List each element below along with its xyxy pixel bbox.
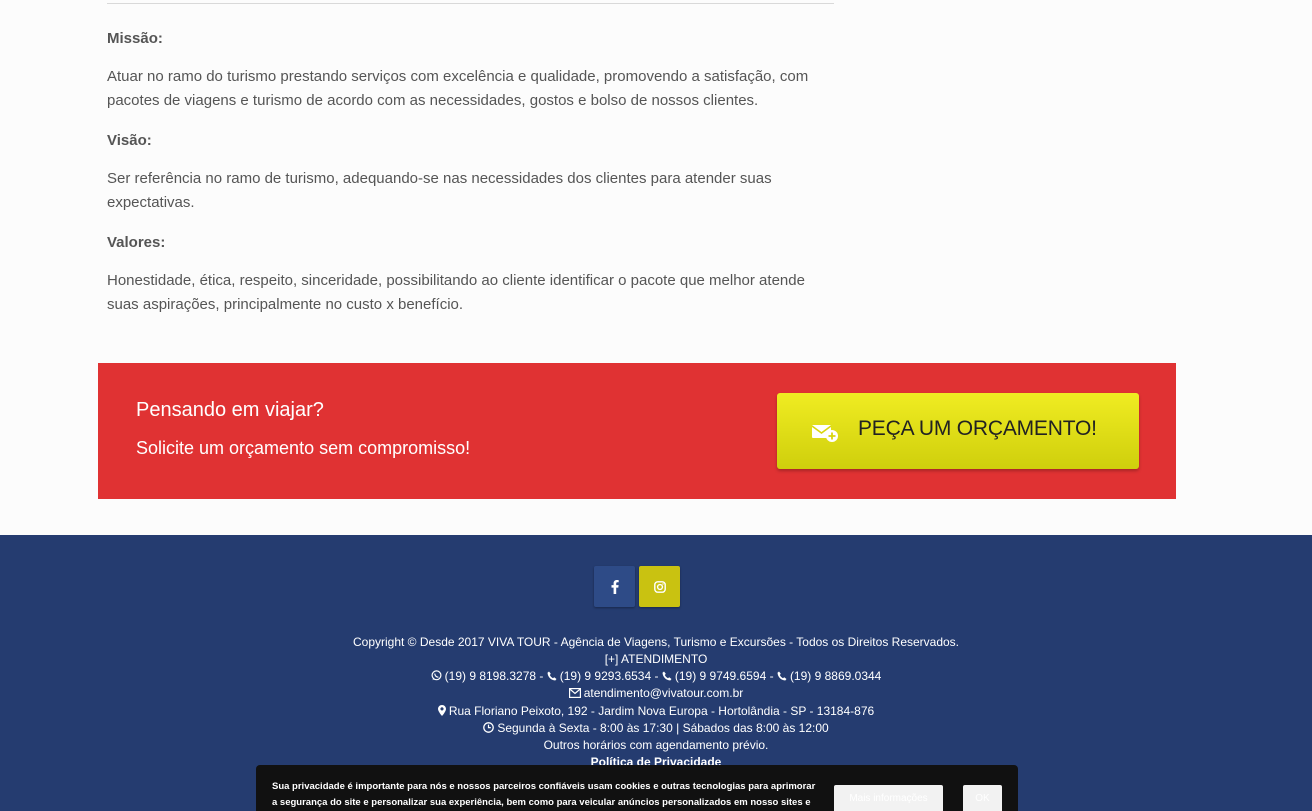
phone-3: (19) 9 9749.6594 - — [674, 669, 774, 683]
phone-1: (19) 9 8198.3278 - — [444, 669, 544, 683]
ok-button[interactable]: OK — [963, 785, 1002, 811]
mission-heading: Missão: — [107, 30, 163, 47]
map-marker-icon — [437, 705, 446, 716]
vision-text: Ser referência no ramo de turismo, adequ… — [107, 170, 772, 211]
vision-heading: Visão: — [107, 132, 152, 149]
phone-list: (19) 9 8198.3278 - (19) 9 9293.6534 - (1… — [0, 669, 1312, 683]
cookie-consent-text: Sua privacidade é importante para nós e … — [272, 781, 816, 808]
attendance-link[interactable]: [+] ATENDIMENTO — [0, 652, 1312, 666]
hours-note: Outros horários com agendamento prévio. — [543, 738, 769, 752]
cta-subtitle: Solicite um orçamento sem compromisso! — [136, 438, 471, 458]
envelope-plus-icon — [812, 425, 838, 442]
quote-cta-banner: Pensando em viajar? Solicite um orçament… — [98, 363, 1176, 499]
facebook-button[interactable] — [594, 566, 635, 607]
phone-icon — [662, 671, 672, 681]
copyright-text: Copyright © Desde 2017 VIVA TOUR - Agênc… — [352, 635, 960, 649]
cta-title: Pensando em viajar? — [136, 399, 324, 421]
values-text: Honestidade, ética, respeito, sinceridad… — [107, 272, 805, 313]
clock-icon — [483, 722, 495, 733]
values-heading: Valores: — [107, 234, 166, 251]
hours-text: Segunda à Sexta - 8:00 às 17:30 | Sábado… — [497, 721, 829, 735]
hours-line: Segunda à Sexta - 8:00 às 17:30 | Sábado… — [0, 721, 1312, 735]
phone-icon — [777, 671, 787, 681]
cookie-consent-banner: Sua privacidade é importante para nós e … — [256, 765, 1018, 811]
address-line: Rua Floriano Peixoto, 192 - Jardim Nova … — [0, 704, 1312, 718]
envelope-icon — [568, 688, 581, 698]
email-line: atendimento@vivatour.com.br — [0, 686, 1312, 700]
instagram-button[interactable] — [639, 566, 680, 607]
facebook-icon — [611, 579, 619, 594]
request-quote-label: PEÇA UM ORÇAMENTO! — [858, 417, 1097, 440]
section-divider — [107, 3, 834, 4]
phone-icon — [547, 671, 557, 681]
email-link[interactable]: atendimento@vivatour.com.br — [584, 686, 744, 700]
whatsapp-icon — [431, 670, 442, 681]
phone-4: (19) 9 8869.0344 — [789, 669, 882, 683]
instagram-icon — [653, 580, 666, 593]
phone-2: (19) 9 9293.6534 - — [559, 669, 659, 683]
request-quote-button[interactable]: PEÇA UM ORÇAMENTO! — [777, 393, 1139, 469]
address-text: Rua Floriano Peixoto, 192 - Jardim Nova … — [448, 704, 875, 718]
mission-text: Atuar no ramo do turismo prestando servi… — [107, 68, 809, 109]
more-info-button[interactable]: Mais informações — [834, 785, 943, 811]
